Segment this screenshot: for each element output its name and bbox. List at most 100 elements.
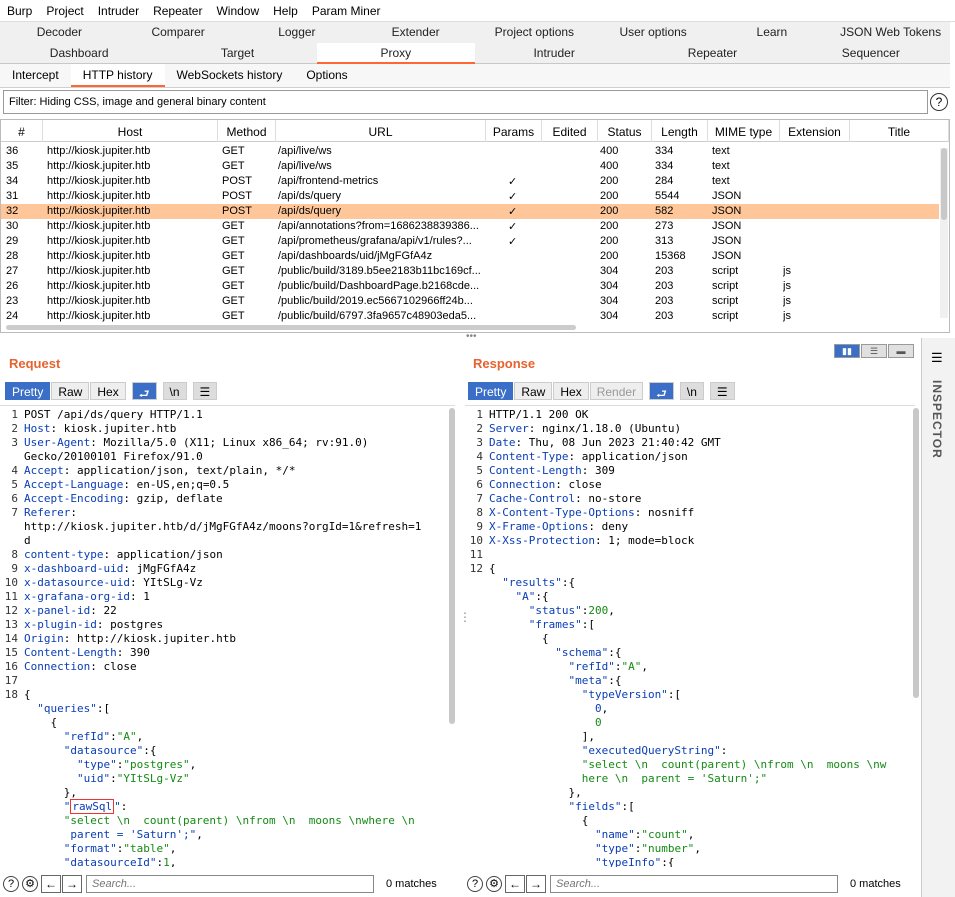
column-header-status[interactable]: Status: [598, 120, 652, 142]
table-row[interactable]: 30 http://kiosk.jupiter.htb GET/api/annota…: [1, 219, 939, 234]
menu-icon[interactable]: ☰: [192, 382, 218, 400]
menu-intruder[interactable]: Intruder: [91, 0, 146, 21]
request-scrollbar[interactable]: [449, 408, 455, 724]
layout-buttons: ▮▮ ☰ ▬: [834, 344, 915, 358]
tab-decoder[interactable]: Decoder: [0, 22, 119, 43]
code-line: Host: kiosk.jupiter.htb: [24, 422, 176, 435]
table-row[interactable]: 24 http://kiosk.jupiter.htb GET/public/bui…: [1, 309, 939, 324]
tab-dashboard[interactable]: Dashboard: [0, 43, 158, 64]
tab-learn[interactable]: Learn: [713, 22, 832, 43]
subtab-websockets-history[interactable]: WebSockets history: [165, 64, 295, 87]
table-row[interactable]: 36 http://kiosk.jupiter.htb GET/api/live/w…: [1, 144, 939, 159]
menu-icon[interactable]: ☰: [709, 382, 735, 400]
request-editor[interactable]: 1 POST /api/ds/query HTTP/1.1 2 Host: kiosk…: [0, 405, 455, 867]
inspector-panel[interactable]: ☰ INSPECTOR: [921, 338, 955, 897]
code-token: : 309: [581, 464, 615, 477]
response-mode-hex[interactable]: Hex: [553, 382, 589, 400]
response-mode-raw[interactable]: Raw: [514, 382, 553, 400]
single-view-icon[interactable]: ▬: [888, 344, 914, 358]
help-icon[interactable]: ?: [467, 876, 483, 892]
subtab-http-history[interactable]: HTTP history: [70, 64, 165, 87]
tab-intruder[interactable]: Intruder: [475, 43, 633, 64]
wrap-icon[interactable]: ⮐: [649, 382, 674, 401]
code-token: : nosniff: [634, 506, 695, 519]
table-row[interactable]: 32 http://kiosk.jupiter.htb POST/api/ds/qu…: [1, 204, 939, 219]
table-cell: GET: [222, 295, 245, 307]
code-token: : no-store: [575, 492, 642, 505]
help-icon[interactable]: ?: [930, 93, 948, 111]
request-mode-pretty[interactable]: Pretty: [5, 382, 51, 400]
response-scrollbar[interactable]: [913, 408, 919, 698]
wrap-icon[interactable]: ⮐: [131, 382, 157, 401]
tab-json-web-tokens[interactable]: JSON Web Tokens: [831, 22, 950, 43]
subtab-intercept[interactable]: Intercept: [0, 64, 71, 87]
newline-icon[interactable]: \n: [162, 382, 187, 400]
line-number: 18: [4, 688, 18, 701]
code-token: X-Content-Type-Options: [489, 506, 635, 519]
column-header-method[interactable]: Method: [218, 120, 276, 142]
table-cell: 582: [655, 205, 674, 217]
tab-sequencer[interactable]: Sequencer: [792, 43, 950, 64]
request-mode-hex[interactable]: Hex: [90, 382, 126, 400]
response-editor[interactable]: 1 HTTP/1.1 200 OK 2 Server: nginx/1.18.0 (U…: [465, 405, 915, 867]
column-header-title[interactable]: Title: [850, 120, 949, 142]
menu-window[interactable]: Window: [209, 0, 266, 21]
code-token: ,: [189, 758, 197, 771]
horizontal-view-icon[interactable]: ☰: [861, 344, 887, 358]
tab-logger[interactable]: Logger: [238, 22, 357, 43]
tab-target[interactable]: Target: [158, 43, 316, 64]
table-row[interactable]: 34 http://kiosk.jupiter.htb POST/api/front…: [1, 174, 939, 189]
menu-help[interactable]: Help: [266, 0, 305, 21]
response-mode-render[interactable]: Render: [589, 382, 644, 400]
response-mode-pretty[interactable]: Pretty: [468, 382, 514, 400]
line-number: 15: [4, 646, 18, 659]
menu-param-miner[interactable]: Param Miner: [305, 0, 388, 21]
column-header-[interactable]: #: [1, 120, 43, 142]
code-token: "type": [24, 758, 117, 771]
code-token: "select \n count(parent) \nfrom \n moons…: [489, 758, 887, 771]
code-line: Connection: close: [489, 478, 602, 491]
gear-icon[interactable]: ⚙: [486, 876, 502, 892]
column-header-url[interactable]: URL: [276, 120, 486, 142]
tab-comparer[interactable]: Comparer: [119, 22, 238, 43]
table-horizontal-scrollbar[interactable]: [6, 325, 576, 330]
back-arrow-icon[interactable]: ←: [505, 875, 525, 893]
forward-arrow-icon[interactable]: →: [62, 875, 82, 893]
menu-repeater[interactable]: Repeater: [146, 0, 209, 21]
help-icon[interactable]: ?: [3, 876, 19, 892]
split-handle[interactable]: •••: [466, 331, 477, 342]
table-cell: 200: [600, 190, 619, 202]
table-row[interactable]: 35 http://kiosk.jupiter.htb GET/api/live/w…: [1, 159, 939, 174]
filter-bar[interactable]: Filter: Hiding CSS, image and general bi…: [3, 90, 928, 114]
gear-icon[interactable]: ⚙: [22, 876, 38, 892]
request-mode-raw[interactable]: Raw: [51, 382, 90, 400]
response-search-input[interactable]: [550, 875, 838, 893]
menu-burp[interactable]: Burp: [0, 0, 39, 21]
table-row[interactable]: 29 http://kiosk.jupiter.htb GET/api/promet…: [1, 234, 939, 249]
request-search-input[interactable]: [86, 875, 374, 893]
back-arrow-icon[interactable]: ←: [41, 875, 61, 893]
tab-extender[interactable]: Extender: [356, 22, 475, 43]
table-row[interactable]: 28 http://kiosk.jupiter.htb GET/api/dashbo…: [1, 249, 939, 264]
tab-project-options[interactable]: Project options: [475, 22, 594, 43]
table-row[interactable]: 26 http://kiosk.jupiter.htb GET/public/bui…: [1, 279, 939, 294]
inspector-menu-icon[interactable]: ☰: [931, 350, 943, 366]
table-row[interactable]: 27 http://kiosk.jupiter.htb GET/public/bui…: [1, 264, 939, 279]
split-view-icon[interactable]: ▮▮: [834, 344, 860, 358]
column-header-edited[interactable]: Edited: [542, 120, 598, 142]
table-row[interactable]: 23 http://kiosk.jupiter.htb GET/public/bui…: [1, 294, 939, 309]
newline-icon[interactable]: \n: [679, 382, 704, 400]
tab-user-options[interactable]: User options: [594, 22, 713, 43]
tab-repeater[interactable]: Repeater: [633, 43, 791, 64]
column-header-length[interactable]: Length: [652, 120, 708, 142]
table-vertical-scrollbar[interactable]: [940, 148, 948, 318]
menu-project[interactable]: Project: [39, 0, 90, 21]
table-row[interactable]: 31 http://kiosk.jupiter.htb POST/api/ds/qu…: [1, 189, 939, 204]
tab-proxy[interactable]: Proxy: [316, 43, 475, 64]
forward-arrow-icon[interactable]: →: [526, 875, 546, 893]
column-header-params[interactable]: Params: [486, 120, 542, 142]
column-header-host[interactable]: Host: [43, 120, 218, 142]
column-header-mime-type[interactable]: MIME type: [708, 120, 780, 142]
column-header-extension[interactable]: Extension: [780, 120, 850, 142]
subtab-options[interactable]: Options: [294, 64, 359, 87]
